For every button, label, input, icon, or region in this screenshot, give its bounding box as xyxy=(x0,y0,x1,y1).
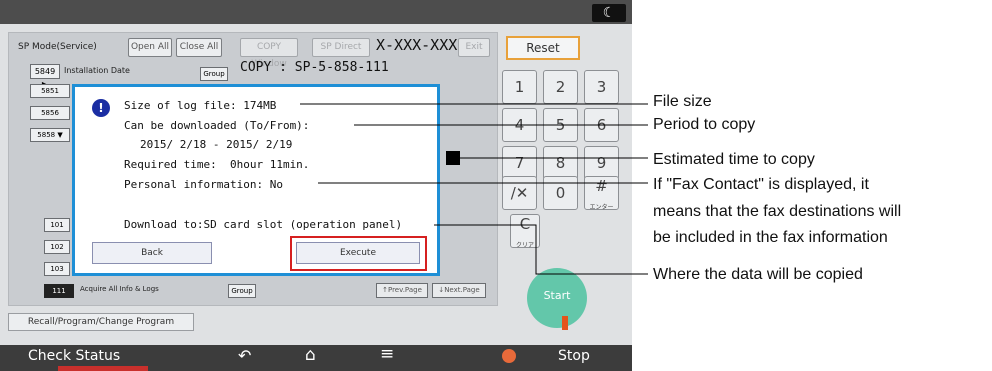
annotation-file-size: File size xyxy=(653,93,712,110)
annotation-fax-line-2: means that the fax destinations will xyxy=(653,203,902,220)
annotation-period: Period to copy xyxy=(653,116,756,133)
annotation-fax-line-1: If "Fax Contact" is displayed, it xyxy=(653,176,869,193)
annotation-where: Where the data will be copied xyxy=(653,266,863,283)
annotation-estimated-time: Estimated time to copy xyxy=(653,151,815,168)
callout-line-where xyxy=(434,224,648,275)
annotation-fax-line-3: be included in the fax information xyxy=(653,229,888,246)
